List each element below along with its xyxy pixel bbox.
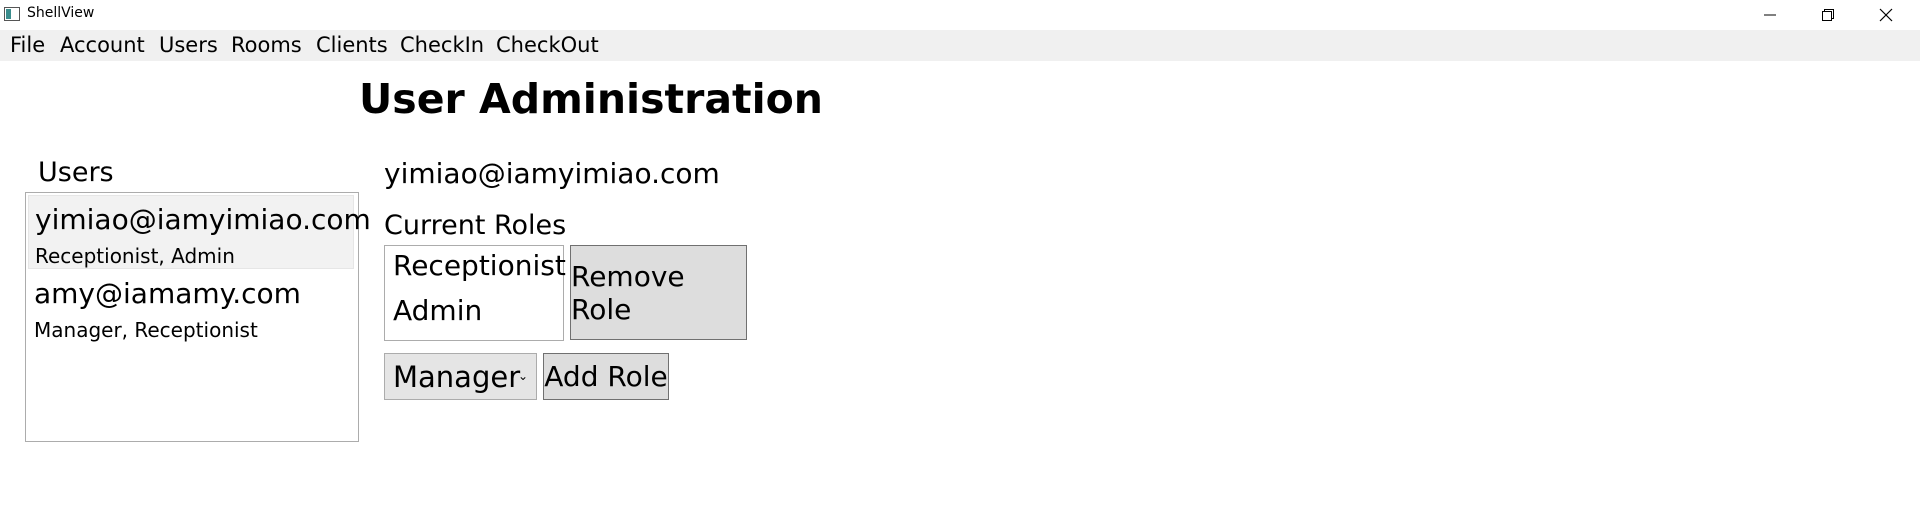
user-email: amy@iamamy.com	[34, 277, 301, 310]
user-roles: Manager, Receptionist	[34, 318, 258, 342]
menu-checkout[interactable]: CheckOut	[496, 32, 599, 58]
role-list-item[interactable]: Admin	[393, 293, 482, 329]
menu-file[interactable]: File	[10, 32, 45, 58]
users-list[interactable]: yimiao@iamyimiao.com Receptionist, Admin…	[25, 192, 371, 442]
menu-users[interactable]: Users	[159, 32, 218, 58]
window-title: ShellView	[27, 5, 95, 21]
role-list-item[interactable]: Receptionist	[393, 248, 566, 284]
role-dropdown[interactable]: Manager ⌄	[384, 353, 537, 400]
user-email: yimiao@iamyimiao.com	[35, 203, 371, 236]
user-roles: Receptionist, Admin	[35, 244, 235, 268]
remove-role-button[interactable]: Remove Role	[570, 245, 747, 340]
minimize-button[interactable]	[1741, 0, 1799, 30]
current-roles-label: Current Roles	[384, 210, 567, 241]
app-icon	[4, 7, 20, 21]
page-title: User Administration	[359, 75, 823, 123]
add-role-button[interactable]: Add Role	[543, 353, 669, 400]
menu-bar: File Account Users Rooms Clients CheckIn…	[0, 30, 1920, 61]
restore-icon	[1822, 9, 1834, 21]
menu-clients[interactable]: Clients	[316, 32, 388, 58]
menu-account[interactable]: Account	[60, 32, 145, 58]
close-button[interactable]	[1857, 0, 1915, 30]
user-list-item[interactable]: yimiao@iamyimiao.com Receptionist, Admin	[28, 195, 371, 269]
user-list-item[interactable]: amy@iamamy.com Manager, Receptionist	[28, 270, 354, 344]
chevron-down-icon: ⌄	[517, 369, 528, 383]
close-icon	[1879, 8, 1893, 22]
minimize-icon	[1764, 14, 1776, 16]
selected-user-email: yimiao@iamyimiao.com	[384, 157, 720, 190]
menu-rooms[interactable]: Rooms	[231, 32, 302, 58]
current-roles-list[interactable]: Receptionist Admin	[384, 245, 566, 341]
menu-checkin[interactable]: CheckIn	[400, 32, 484, 58]
users-label: Users	[38, 157, 114, 188]
title-bar: ShellView	[0, 0, 1920, 30]
role-dropdown-value: Manager	[393, 360, 521, 394]
restore-button[interactable]	[1799, 0, 1857, 30]
